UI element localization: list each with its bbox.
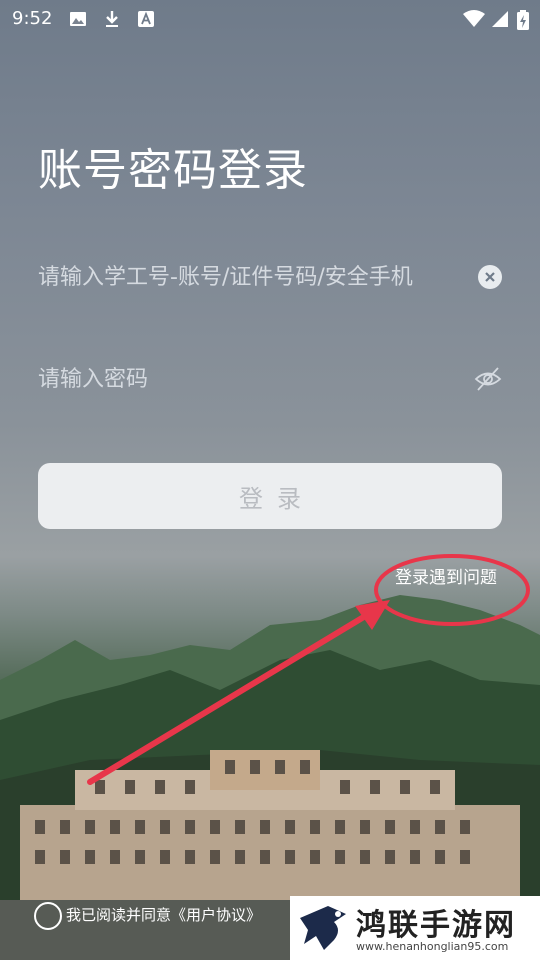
password-field [38, 359, 502, 399]
password-input[interactable] [38, 359, 458, 399]
watermark-url: www.henanhonglian95.com [356, 940, 509, 953]
status-bar: 9:52 [0, 0, 540, 38]
clear-icon[interactable] [478, 265, 502, 289]
login-button[interactable]: 登录 [38, 463, 502, 529]
page-title: 账号密码登录 [38, 145, 308, 196]
status-time: 9:52 [12, 8, 53, 29]
login-screen: 9:52 账号密码登录 请输入学工号-账号/证件号码/安全手机 登录 登录遇到问… [0, 0, 540, 960]
watermark-logo [300, 906, 346, 950]
font-icon [138, 11, 154, 27]
account-input[interactable] [38, 257, 458, 297]
agreement-checkbox[interactable] [34, 902, 62, 930]
account-field [38, 257, 502, 297]
signal-icon [492, 11, 508, 27]
agreement-text[interactable]: 我已阅读并同意《用户协议》 [66, 904, 261, 925]
login-trouble-link[interactable]: 登录遇到问题 [395, 563, 497, 588]
download-icon [106, 11, 118, 27]
watermark-title: 鸿联手游网 [356, 908, 516, 943]
eye-off-icon[interactable] [474, 365, 502, 393]
battery-icon [517, 10, 529, 30]
wifi-icon [463, 10, 485, 27]
site-watermark: 鸿联手游网 www.henanhonglian95.com [290, 896, 540, 960]
image-icon [70, 12, 86, 26]
